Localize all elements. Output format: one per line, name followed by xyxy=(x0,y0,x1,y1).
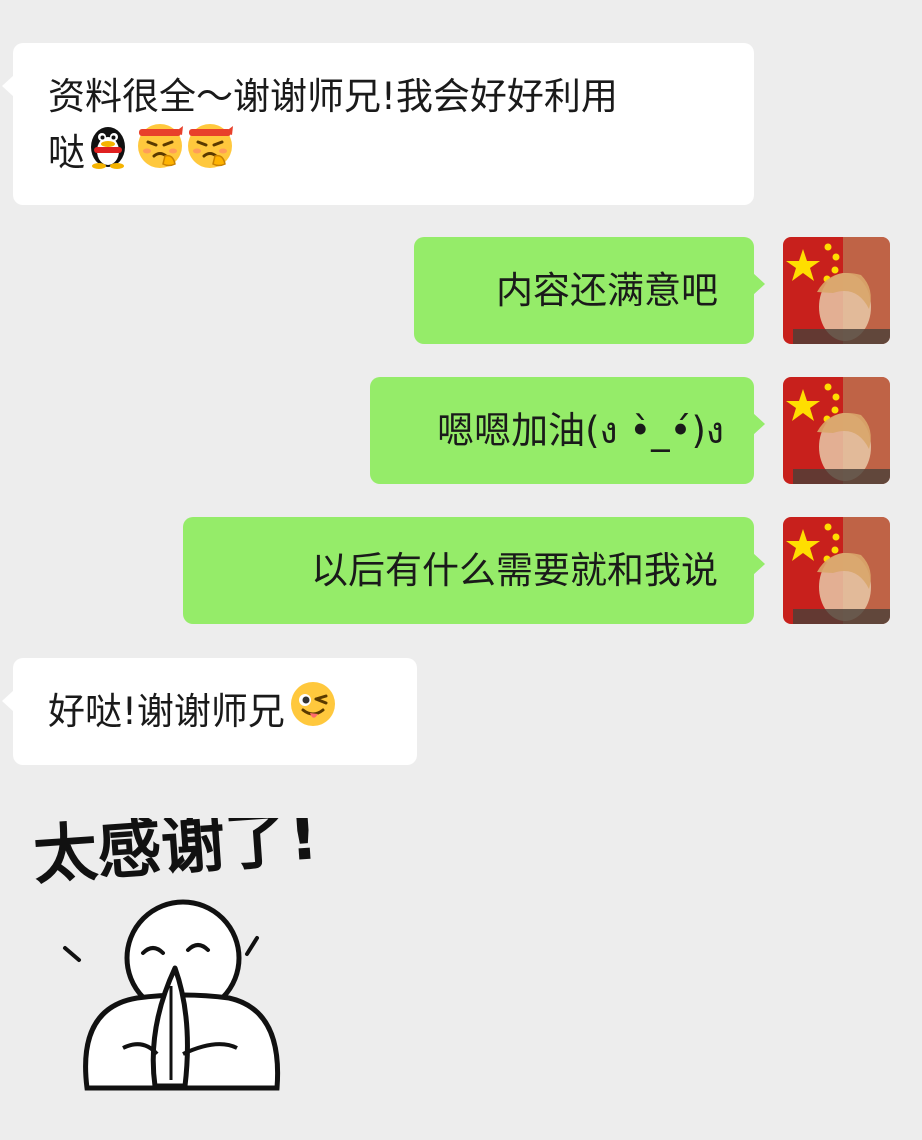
message-text: 嗯嗯加油(ง •̀_•́)ง xyxy=(437,408,724,452)
flag-portrait-avatar[interactable] xyxy=(783,377,890,484)
incoming-message-bubble[interactable]: 好哒!谢谢师兄 xyxy=(2,658,417,765)
qq-penguin-icon xyxy=(85,121,131,185)
thankful-person-sticker[interactable]: 太感谢了! xyxy=(25,800,325,1122)
fighting-face-icon xyxy=(135,120,185,186)
fighting-face-icon xyxy=(185,120,235,186)
bubble-tail xyxy=(2,75,14,97)
bubble-tail xyxy=(753,273,765,295)
message-text-line: 资料很全～谢谢师兄!我会好好利用 xyxy=(48,75,618,118)
bubble-tail xyxy=(753,413,765,435)
incoming-message-bubble[interactable]: 资料很全～谢谢师兄!我会好好利用 哒 xyxy=(2,43,754,205)
message-text: 好哒!谢谢师兄 xyxy=(48,689,285,733)
flag-portrait-avatar[interactable] xyxy=(783,517,890,624)
bubble-tail xyxy=(753,553,765,575)
bubble-tail xyxy=(2,690,14,712)
sticker-caption: 太感谢了! xyxy=(31,818,321,894)
tongue-wink-face-icon xyxy=(289,680,337,744)
message-text: 内容还满意吧 xyxy=(496,268,718,312)
outgoing-message-bubble[interactable]: 以后有什么需要就和我说 xyxy=(183,517,765,624)
outgoing-message-bubble[interactable]: 嗯嗯加油(ง •̀_•́)ง xyxy=(370,377,765,484)
flag-portrait-avatar[interactable] xyxy=(783,237,890,344)
message-text-line: 哒 xyxy=(48,131,85,174)
message-text: 以后有什么需要就和我说 xyxy=(311,548,718,592)
outgoing-message-bubble[interactable]: 内容还满意吧 xyxy=(414,237,765,344)
